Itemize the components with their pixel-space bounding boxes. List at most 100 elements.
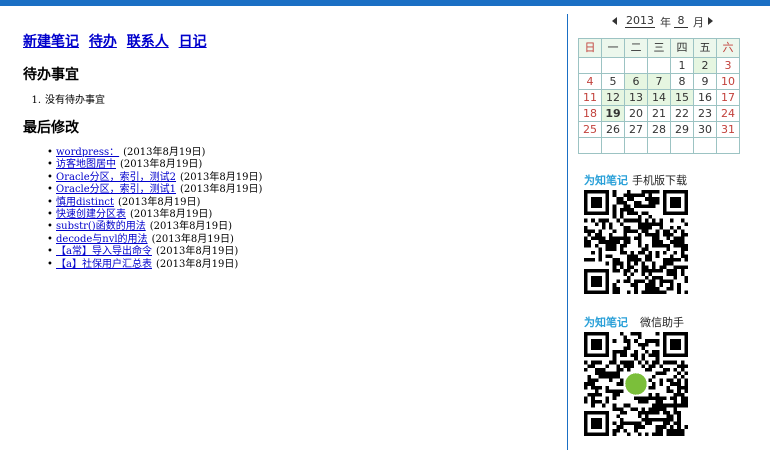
recent-list: • wordpress： (2013年8月19日) • 访客地图居中 (2013年8月1…	[47, 147, 262, 271]
calendar-day[interactable]: 7	[647, 73, 671, 90]
calendar-day[interactable]: 30	[693, 121, 717, 138]
calendar-day[interactable]: 15	[670, 89, 694, 106]
calendar-day[interactable]: 3	[716, 57, 740, 74]
triangle-left-icon[interactable]	[612, 17, 617, 25]
calendar-day[interactable]: 1	[670, 57, 694, 74]
calendar-empty-cell	[601, 137, 625, 154]
weekday-mon: 一	[601, 38, 625, 58]
calendar-day[interactable]: 16	[693, 89, 717, 106]
qr-code-icon	[584, 332, 688, 436]
calendar-week-row: 18 19 20 21 22 23 24	[578, 105, 740, 122]
todo-item: 1. 没有待办事宜	[23, 94, 105, 108]
nav-contacts-link[interactable]: 联系人	[127, 34, 169, 50]
main-content: 新建笔记 待办 联系人 日记 待办事宜 1. 没有待办事宜 最后修改 • wordp…	[23, 34, 553, 270]
wechat-helper-title: 为知笔记 微信助手	[584, 314, 684, 330]
calendar-empty-cell	[670, 137, 694, 154]
calendar-day[interactable]: 19	[601, 105, 625, 122]
calendar-day[interactable]: 27	[624, 121, 648, 138]
nav-new-note-link[interactable]: 新建笔记	[23, 34, 79, 50]
recent-item-link[interactable]: wordpress：	[56, 147, 119, 158]
calendar-day[interactable]: 26	[601, 121, 625, 138]
calendar-header: 2013 年 8 月	[608, 14, 718, 30]
recent-item-link[interactable]: Oracle分区，索引，测试1	[56, 184, 176, 195]
calendar-day[interactable]: 12	[601, 89, 625, 106]
calendar-empty-cell	[624, 137, 648, 154]
calendar-day[interactable]: 24	[716, 105, 740, 122]
recent-item: • 慎用distinct (2013年8月19日)	[47, 197, 262, 209]
calendar-day[interactable]: 9	[693, 73, 717, 90]
recent-item-link[interactable]: 快速创建分区表	[56, 209, 126, 220]
recent-item-date: (2013年8月19日)	[120, 159, 203, 171]
recent-item-link[interactable]: 【a常】导入导出命令	[56, 246, 152, 257]
nav-diary-link[interactable]: 日记	[179, 34, 207, 50]
recent-item: • 访客地图居中 (2013年8月19日)	[47, 159, 262, 171]
calendar-grid: 日 一 二 三 四 五 六 1 2 3 4 5 6 7 8 9 10 11 12 13 14 15 16 17 1…	[578, 38, 740, 154]
calendar-day[interactable]: 6	[624, 73, 648, 90]
recent-item: • 【a常】导入导出命令 (2013年8月19日)	[47, 246, 262, 258]
todo-heading: 待办事宜	[23, 67, 79, 83]
calendar-day[interactable]: 14	[647, 89, 671, 106]
recent-item-link[interactable]: 慎用distinct	[56, 197, 114, 208]
weekday-fri: 五	[693, 38, 717, 58]
calendar-empty-cell	[693, 137, 717, 154]
calendar-day[interactable]: 17	[716, 89, 740, 106]
weekday-thu: 四	[670, 38, 694, 58]
calendar-empty-cell	[716, 137, 740, 154]
calendar-day[interactable]: 18	[578, 105, 602, 122]
recent-heading: 最后修改	[23, 120, 79, 136]
calendar-day[interactable]: 2	[693, 57, 717, 74]
todo-item-text: 没有待办事宜	[45, 95, 105, 106]
calendar-month-label: 月	[693, 16, 704, 29]
calendar-empty-cell	[647, 57, 671, 74]
todo-item-number: 1.	[31, 95, 41, 106]
calendar-day[interactable]: 4	[578, 73, 602, 90]
calendar-week-row: 4 5 6 7 8 9 10	[578, 73, 740, 90]
calendar-week-row	[578, 137, 740, 154]
calendar-day[interactable]: 13	[624, 89, 648, 106]
recent-item: • wordpress： (2013年8月19日)	[47, 147, 262, 159]
calendar-day[interactable]: 20	[624, 105, 648, 122]
calendar-day[interactable]: 25	[578, 121, 602, 138]
recent-item-link[interactable]: decode与nvl的用法	[56, 234, 148, 245]
recent-item: • Oracle分区，索引，测试2 (2013年8月19日)	[47, 172, 262, 184]
calendar-empty-cell	[578, 57, 602, 74]
calendar-body: 1 2 3 4 5 6 7 8 9 10 11 12 13 14 15 16 17 18 19 20 21 22 23 24 2…	[578, 57, 740, 154]
calendar-day[interactable]: 10	[716, 73, 740, 90]
calendar-week-row: 123	[578, 57, 740, 74]
calendar-month[interactable]: 8	[674, 14, 688, 28]
recent-item: • 【a】社保用户汇总表 (2013年8月19日)	[47, 259, 262, 271]
calendar-week-row: 25 26 27 28 29 30 31	[578, 121, 740, 138]
mobile-download-title: 为知笔记 手机版下载	[584, 172, 687, 188]
recent-item-link[interactable]: substr()函数的用法	[56, 221, 146, 232]
calendar-year[interactable]: 2013	[625, 14, 655, 28]
calendar-empty-cell	[624, 57, 648, 74]
triangle-right-icon[interactable]	[708, 17, 713, 25]
calendar-empty-cell	[578, 137, 602, 154]
recent-item-date: (2013年8月19日)	[123, 147, 206, 158]
calendar-day[interactable]: 5	[601, 73, 625, 90]
calendar-day[interactable]: 23	[693, 105, 717, 122]
todo-list: 1. 没有待办事宜	[23, 94, 105, 108]
calendar-day[interactable]: 8	[670, 73, 694, 90]
calendar-day[interactable]: 22	[670, 105, 694, 122]
recent-item: • Oracle分区，索引，测试1 (2013年8月19日)	[47, 184, 262, 196]
wechat-helper-text: 微信助手	[640, 316, 684, 329]
recent-item-link[interactable]: Oracle分区，索引，测试2	[56, 172, 176, 183]
calendar-day[interactable]: 11	[578, 89, 602, 106]
calendar-day[interactable]: 21	[647, 105, 671, 122]
brand-logo-text: 为知笔记	[584, 174, 628, 187]
bullet: •	[47, 171, 53, 183]
recent-item-link[interactable]: 访客地图居中	[56, 159, 116, 170]
calendar-day[interactable]: 28	[647, 121, 671, 138]
recent-item-link[interactable]: 【a】社保用户汇总表	[56, 259, 152, 270]
nav-todo-link[interactable]: 待办	[89, 34, 117, 50]
calendar-week-row: 11 12 13 14 15 16 17	[578, 89, 740, 106]
sidebar-divider	[567, 14, 568, 450]
recent-item-date: (2013年8月19日)	[155, 258, 239, 270]
weekday-sat: 六	[716, 38, 740, 58]
calendar-day[interactable]: 29	[670, 121, 694, 138]
bullet: •	[47, 258, 53, 270]
recent-item: • decode与nvl的用法 (2013年8月19日)	[47, 234, 262, 246]
calendar-day[interactable]: 31	[716, 121, 740, 138]
recent-item-date: (2013年8月19日)	[118, 196, 201, 208]
